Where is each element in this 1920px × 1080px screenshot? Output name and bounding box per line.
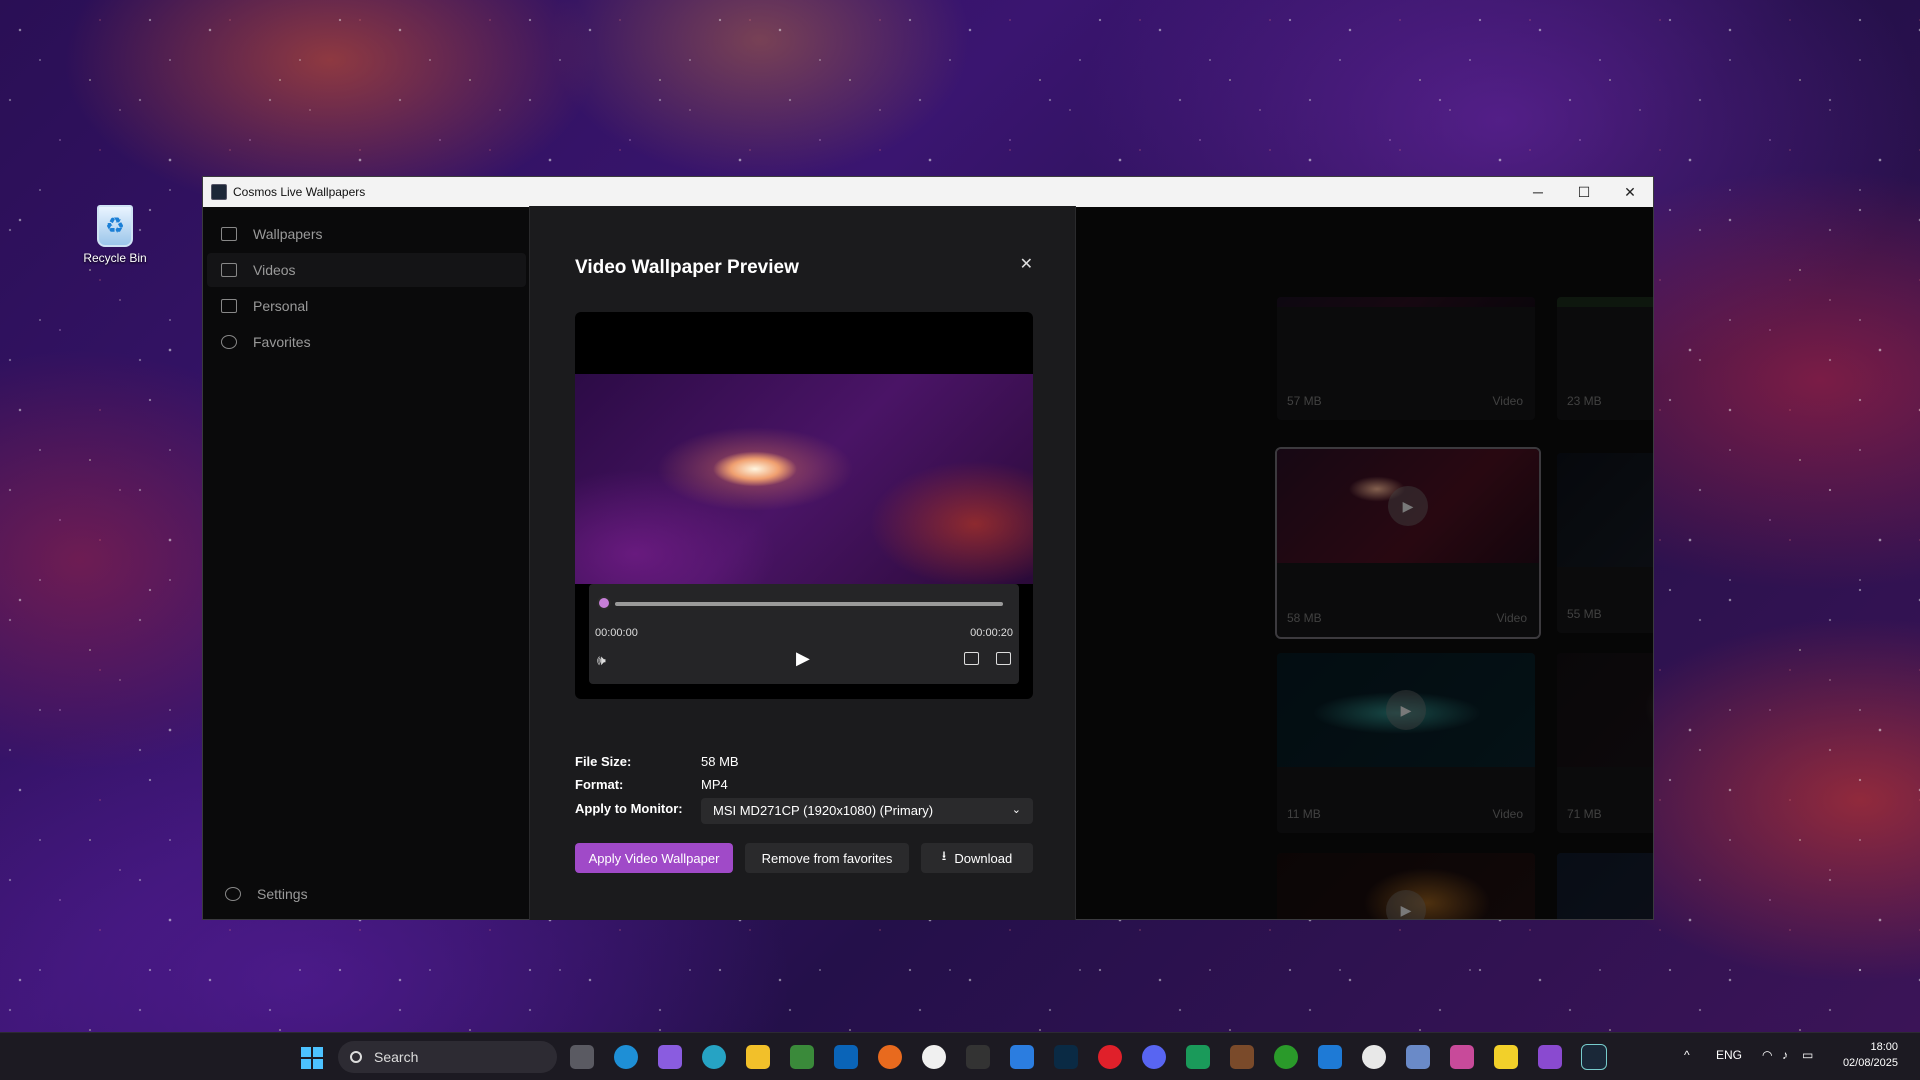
monitor-select-value: MSI MD271CP (1920x1080) (Primary) (713, 803, 934, 818)
download-icon: ⭳ (941, 848, 947, 863)
music-note-icon (221, 335, 237, 349)
discord-icon[interactable] (1142, 1045, 1166, 1069)
edge-dev-icon[interactable] (702, 1045, 726, 1069)
volume-icon[interactable]: ♪ (1782, 1048, 1788, 1062)
copilot-icon[interactable] (658, 1045, 682, 1069)
tray-chevron-icon[interactable]: ^ (1684, 1048, 1690, 1062)
recycle-bin-desktop-icon[interactable]: ♻ Recycle Bin (80, 205, 150, 265)
format-value: MP4 (701, 777, 728, 792)
video-preview-dialog: Video Wallpaper Preview ✕ 00:00:00 00:00… (529, 206, 1076, 920)
gear-icon (225, 887, 241, 901)
search-label: Search (374, 1049, 419, 1065)
player-controls: 00:00:00 00:00:20 🕪 ▶ (589, 584, 1019, 684)
title-bar[interactable]: Cosmos Live Wallpapers ─ ☐ ✕ (203, 177, 1653, 207)
sidebar-item-settings[interactable]: Settings (211, 877, 308, 911)
wifi-icon[interactable]: ◠ (1762, 1048, 1772, 1062)
clock-date: 02/08/2025 (1842, 1057, 1898, 1069)
monitor-label: Apply to Monitor: (575, 801, 683, 816)
app-icon[interactable] (1230, 1045, 1254, 1069)
visual-studio-icon[interactable] (1538, 1045, 1562, 1069)
dialog-title: Video Wallpaper Preview (575, 257, 799, 278)
image-icon (221, 227, 237, 241)
sidebar: Wallpapers Videos Personal Favorites Set… (203, 207, 530, 919)
sidebar-item-wallpapers[interactable]: Wallpapers (207, 217, 526, 251)
app-icon[interactable] (1186, 1045, 1210, 1069)
taskbar-search[interactable]: Search (338, 1041, 557, 1073)
clock-time: 18:00 (1870, 1041, 1898, 1053)
current-time: 00:00:00 (595, 627, 638, 639)
remove-favorite-button[interactable]: Remove from favorites (745, 843, 909, 873)
apply-wallpaper-button[interactable]: Apply Video Wallpaper (575, 843, 733, 873)
folder-icon (221, 299, 237, 313)
file-size-label: File Size: (575, 754, 632, 769)
taskbar: Search ^ ENG ◠ ♪ ▭ 18:00 02/08/2025 (0, 1032, 1920, 1080)
sidebar-item-label: Settings (257, 886, 308, 902)
firefox-icon[interactable] (878, 1045, 902, 1069)
app-icon[interactable] (1450, 1045, 1474, 1069)
play-button[interactable]: ▶ (796, 648, 810, 669)
video-frame[interactable] (575, 374, 1033, 584)
outlook-icon[interactable] (834, 1045, 858, 1069)
clock[interactable]: 18:00 02/08/2025 (1843, 1039, 1898, 1071)
chevron-down-icon: ⌄ (1011, 804, 1021, 816)
app-icon[interactable] (1406, 1045, 1430, 1069)
media-app-icon[interactable] (922, 1045, 946, 1069)
total-time: 00:00:20 (970, 627, 1013, 639)
file-explorer-icon[interactable] (746, 1045, 770, 1069)
windows-start-icon[interactable] (301, 1047, 323, 1069)
sidebar-item-videos[interactable]: Videos (207, 253, 526, 287)
video-icon (221, 263, 237, 277)
format-row: Format: MP4 (575, 777, 728, 792)
recycle-bin-label: Recycle Bin (83, 251, 147, 265)
sidebar-item-label: Favorites (253, 334, 311, 350)
task-view-icon[interactable] (570, 1045, 594, 1069)
vscode-icon[interactable] (1318, 1045, 1342, 1069)
sidebar-item-label: Videos (253, 262, 296, 278)
seek-bar[interactable] (615, 602, 1003, 606)
seek-knob[interactable] (597, 596, 611, 610)
edge-icon[interactable] (614, 1045, 638, 1069)
file-size-value: 58 MB (701, 754, 739, 769)
fullscreen-icon[interactable] (996, 652, 1011, 665)
sidebar-item-personal[interactable]: Personal (207, 289, 526, 323)
cosmos-app-icon[interactable] (1581, 1044, 1607, 1070)
battery-icon[interactable]: ▭ (1802, 1048, 1813, 1062)
app-logo-icon (211, 184, 227, 200)
file-size-row: File Size: 58 MB (575, 754, 739, 769)
download-label: Download (954, 850, 1013, 866)
sticky-notes-icon[interactable] (1494, 1045, 1518, 1069)
sidebar-item-label: Wallpapers (253, 226, 323, 242)
close-dialog-icon[interactable]: ✕ (1020, 254, 1033, 274)
notepad-icon[interactable] (790, 1045, 814, 1069)
download-button[interactable]: ⭳ Download (921, 843, 1033, 873)
sidebar-item-label: Personal (253, 298, 309, 314)
chatgpt-icon[interactable] (1362, 1045, 1386, 1069)
fit-screen-icon[interactable] (964, 652, 979, 665)
window-title: Cosmos Live Wallpapers (233, 185, 366, 199)
xbox-icon[interactable] (1274, 1045, 1298, 1069)
search-icon (350, 1051, 362, 1063)
sidebar-item-favorites[interactable]: Favorites (207, 325, 526, 359)
monitor-row: Apply to Monitor: (575, 801, 701, 816)
format-label: Format: (575, 777, 624, 792)
monitor-select[interactable]: MSI MD271CP (1920x1080) (Primary) ⌄ (701, 798, 1033, 824)
recycle-bin-icon: ♻ (97, 205, 133, 247)
volume-icon[interactable]: 🕪 (597, 652, 606, 669)
terminal-icon[interactable] (966, 1045, 990, 1069)
close-window-button[interactable]: ✕ (1607, 177, 1653, 207)
todo-icon[interactable] (1010, 1045, 1034, 1069)
language-indicator[interactable]: ENG (1716, 1048, 1742, 1062)
maximize-button[interactable]: ☐ (1561, 177, 1607, 207)
pinterest-icon[interactable] (1098, 1045, 1122, 1069)
minimize-button[interactable]: ─ (1515, 177, 1561, 207)
photoshop-icon[interactable] (1054, 1045, 1078, 1069)
video-player: 00:00:00 00:00:20 🕪 ▶ (575, 312, 1033, 699)
